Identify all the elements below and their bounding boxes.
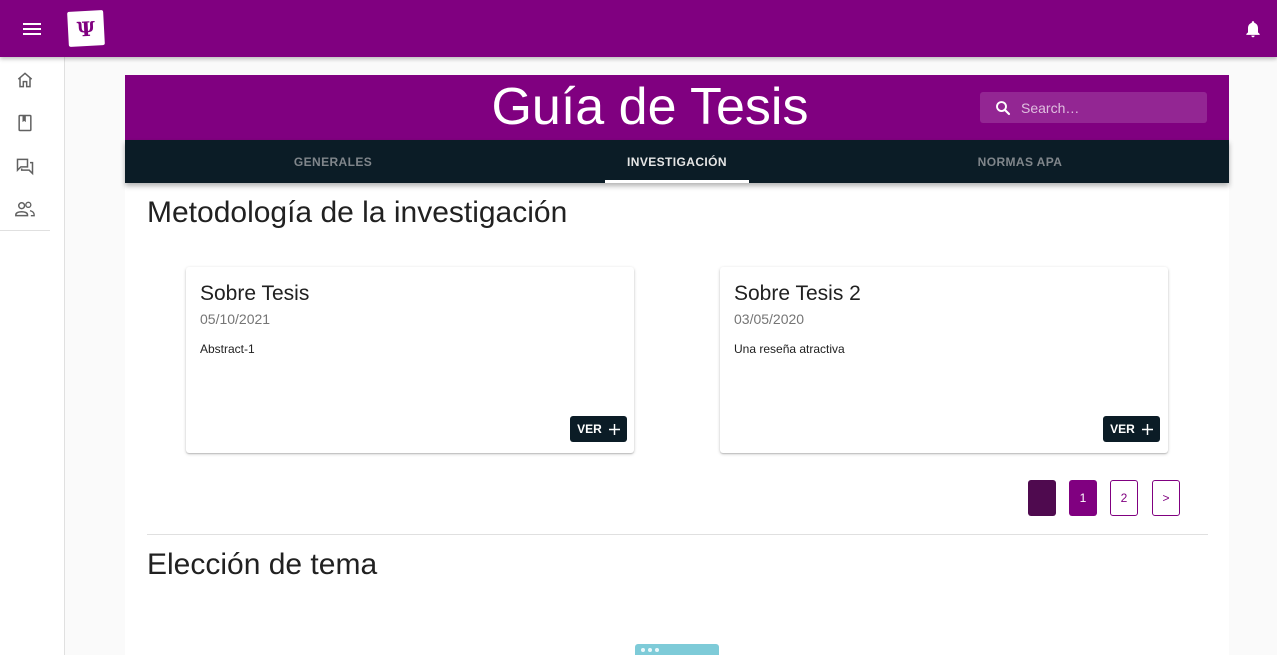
section-divider — [147, 534, 1208, 535]
sidebar — [0, 57, 65, 655]
card-date: 03/05/2020 — [734, 311, 805, 327]
tab-generales[interactable]: GENERALES — [218, 140, 448, 183]
section-title-eleccion-tema: Elección de tema — [147, 548, 378, 581]
article-card: Sobre Tesis 05/10/2021 Abstract-1 VER — [186, 267, 634, 453]
forum-icon — [16, 158, 34, 176]
logo-text: Ψ — [76, 16, 96, 41]
notification-bell-icon[interactable] — [1243, 19, 1263, 39]
tab-normas-apa[interactable]: NORMAS APA — [905, 140, 1135, 183]
plus-icon — [1141, 423, 1153, 435]
sidebar-item-book[interactable] — [0, 103, 50, 143]
ver-button-label: VER — [1110, 422, 1135, 436]
section-title-metodologia: Metodología de la investigación — [147, 196, 568, 229]
plus-icon — [608, 423, 620, 435]
pagination-page-2[interactable]: 2 — [1110, 480, 1138, 516]
ver-button-label: VER — [577, 422, 602, 436]
hamburger-menu-icon[interactable] — [18, 17, 46, 41]
tab-bar: GENERALES INVESTIGACIÓN NORMAS APA — [125, 140, 1229, 183]
book-icon — [18, 114, 32, 132]
header-banner: Guía de Tesis — [125, 75, 1229, 140]
card-title: Sobre Tesis 2 — [734, 282, 861, 305]
card-abstract: Una reseña atractiva — [734, 342, 845, 356]
card-abstract: Abstract-1 — [200, 342, 255, 356]
sidebar-item-people[interactable] — [0, 189, 50, 229]
card-date: 05/10/2021 — [200, 311, 271, 327]
pagination-page-1[interactable]: 1 — [1069, 480, 1097, 516]
active-tab-indicator — [605, 180, 749, 183]
pagination-next-button[interactable]: > — [1152, 480, 1180, 516]
browser-illustration — [635, 644, 719, 655]
ver-button[interactable]: VER — [1103, 416, 1160, 442]
psi-logo[interactable]: Ψ — [67, 10, 105, 47]
people-icon — [15, 201, 35, 217]
search-icon — [996, 100, 1011, 115]
search-input[interactable] — [1021, 99, 1201, 116]
search-box[interactable] — [980, 92, 1207, 123]
home-icon — [17, 72, 33, 88]
pagination-prev-button[interactable] — [1028, 480, 1056, 516]
sidebar-divider — [0, 230, 50, 231]
tab-investigacion[interactable]: INVESTIGACIÓN — [605, 140, 749, 183]
sidebar-item-forum[interactable] — [0, 146, 50, 186]
article-card: Sobre Tesis 2 03/05/2020 Una reseña atra… — [720, 267, 1168, 453]
ver-button[interactable]: VER — [570, 416, 627, 442]
card-title: Sobre Tesis — [200, 282, 310, 305]
main-panel: Guía de Tesis GENERALES INVESTIGACIÓN NO… — [125, 75, 1229, 655]
app-bar: Ψ — [0, 0, 1277, 57]
sidebar-item-home[interactable] — [0, 60, 50, 100]
